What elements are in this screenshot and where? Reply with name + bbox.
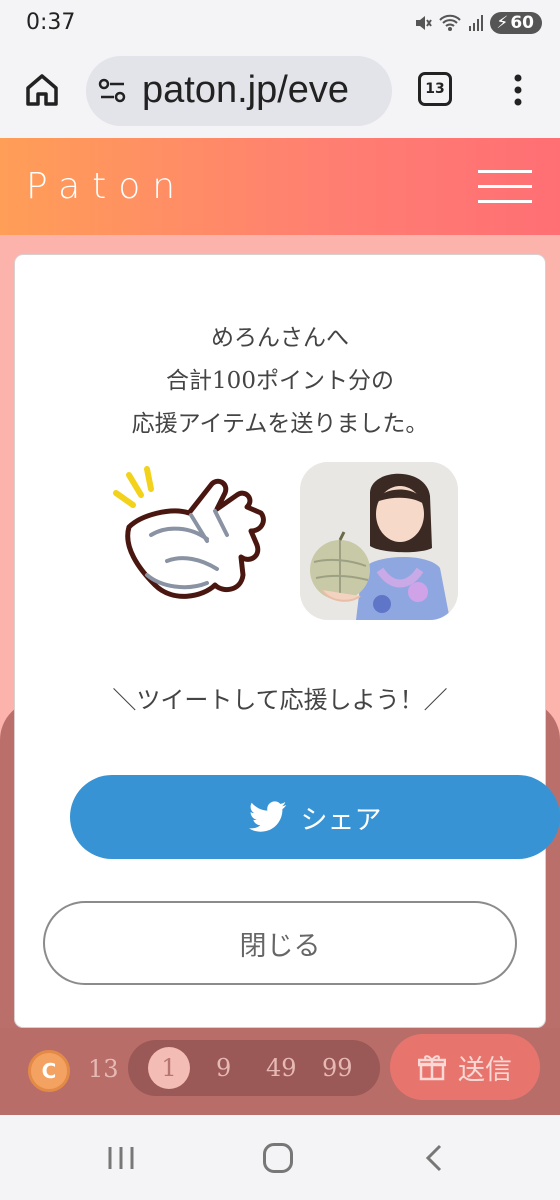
amount-selector: 1 9 49 99 (128, 1040, 380, 1096)
wifi-icon (439, 14, 462, 31)
mute-icon (416, 16, 433, 30)
system-nav-bar (0, 1115, 560, 1200)
close-button[interactable]: 閉じる (43, 901, 517, 985)
nav-home-icon[interactable] (263, 1143, 293, 1173)
message-line-1: めろんさんへ (211, 325, 349, 351)
recipient-photo-image (300, 462, 458, 620)
browser-toolbar: paton.jp/eve 13 (0, 48, 560, 138)
amount-option-9[interactable]: 9 (216, 1054, 231, 1082)
message-line-2: 合計100ポイント分の (166, 368, 394, 394)
dialog-message: めろんさんへ 合計100ポイント分の 応援アイテムを送りました。 (15, 317, 545, 446)
tab-switcher-button[interactable]: 13 (418, 72, 452, 106)
site-header: Paton (0, 138, 560, 235)
coin-icon: C (28, 1050, 70, 1092)
battery-level: 60 (510, 13, 534, 33)
amount-option-1[interactable]: 1 (148, 1047, 190, 1089)
amount-option-99[interactable]: 99 (322, 1054, 353, 1082)
recent-apps-icon[interactable] (106, 1145, 136, 1171)
charging-icon: ⚡ (496, 13, 509, 33)
support-sent-dialog: めろんさんへ 合計100ポイント分の 応援アイテムを送りました。 ＼ツイートして… (15, 255, 560, 1027)
twitter-bird-icon (248, 801, 286, 832)
message-line-3: 応援アイテムを送りました。 (131, 411, 429, 437)
amount-option-49[interactable]: 49 (266, 1054, 297, 1082)
coin-count: 13 (88, 1055, 119, 1083)
gift-icon (418, 1055, 446, 1081)
site-logo[interactable]: Paton (26, 166, 187, 207)
back-icon[interactable] (422, 1143, 446, 1173)
send-label: 送信 (458, 1054, 512, 1086)
twitter-share-button[interactable]: シェア (70, 775, 560, 859)
home-icon[interactable] (22, 70, 62, 110)
more-vert-icon[interactable] (506, 70, 530, 110)
url-text: paton.jp/eve (142, 69, 350, 111)
tune-icon[interactable] (98, 77, 128, 105)
status-bar: 0:37 ⚡ 60 (0, 0, 560, 48)
signal-icon (469, 15, 484, 31)
address-bar[interactable]: paton.jp/eve (86, 56, 392, 126)
clap-icon (113, 466, 266, 599)
share-label: シェア (300, 804, 382, 836)
recipient-photo (300, 462, 458, 620)
menu-icon[interactable] (478, 170, 532, 204)
tweet-prompt: ＼ツイートして応援しよう！／ (112, 686, 448, 714)
status-icons: ⚡ 60 (414, 12, 542, 34)
status-time: 0:37 (26, 10, 76, 35)
send-button[interactable]: 送信 (390, 1034, 540, 1100)
battery-indicator: ⚡ 60 (490, 12, 542, 34)
